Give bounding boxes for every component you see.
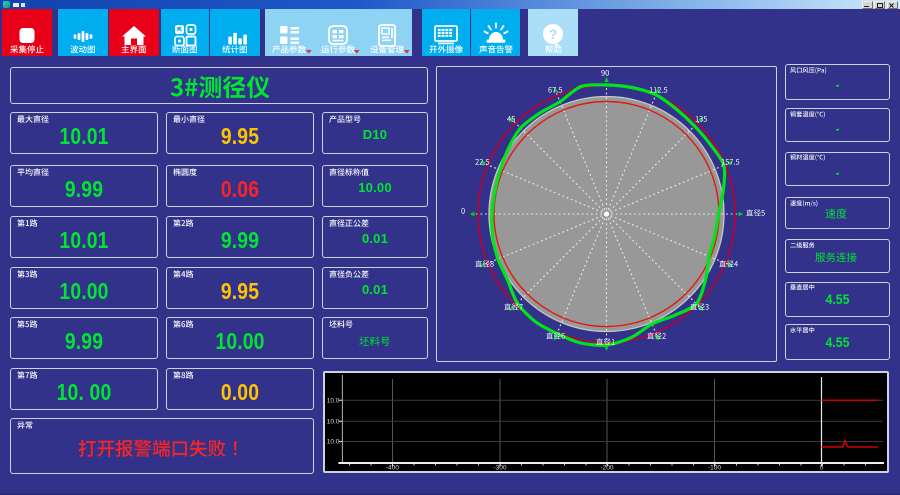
svg-text:-100: -100: [708, 465, 721, 472]
svg-text:-300: -300: [493, 465, 506, 472]
svg-text:0: 0: [820, 465, 824, 472]
svg-text:10.0: 10.0: [327, 439, 340, 446]
svg-text:-200: -200: [600, 465, 613, 472]
svg-text:?: ?: [549, 26, 558, 42]
svg-text:10.0: 10.0: [327, 398, 340, 405]
svg-text:-400: -400: [386, 465, 399, 472]
svg-text:10.0: 10.0: [327, 419, 340, 426]
